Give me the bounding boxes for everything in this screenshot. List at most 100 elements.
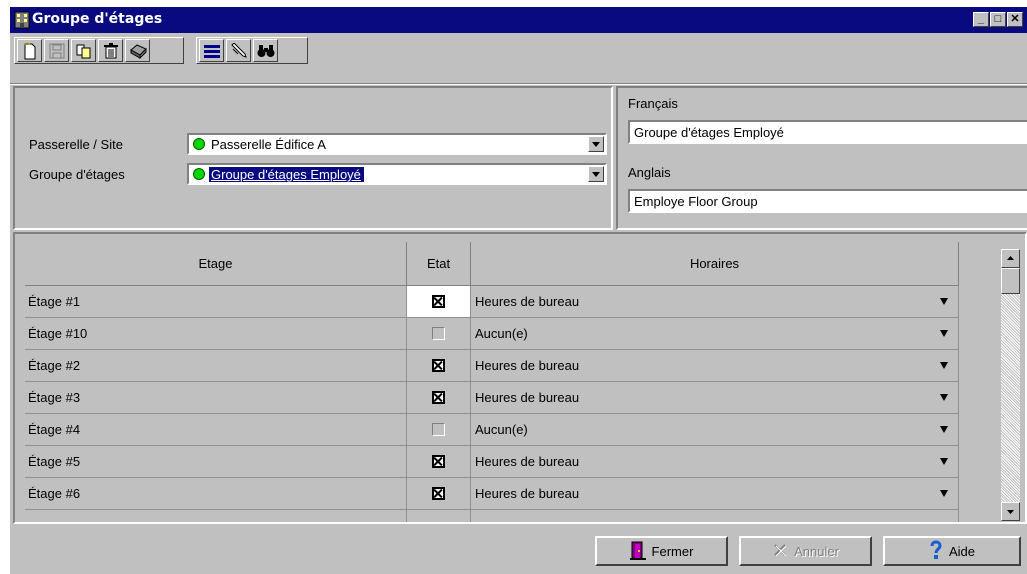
title-bar: Groupe d'étages _ □ ✕	[10, 7, 1027, 33]
schedule-cell[interactable]: Heures de bureau	[471, 478, 959, 510]
column-header-etage[interactable]: Etage	[25, 242, 407, 286]
dropdown-arrow-icon[interactable]	[940, 362, 948, 369]
maximize-button[interactable]: □	[990, 12, 1006, 27]
etat-cell[interactable]	[407, 510, 471, 522]
dropdown-arrow-icon[interactable]	[940, 458, 948, 465]
exit-door-icon	[629, 540, 646, 563]
print-button[interactable]	[125, 39, 150, 62]
checkbox-checked[interactable]	[432, 455, 445, 468]
table-row[interactable]: Étage #6 Heures de bureau	[25, 478, 959, 510]
table-row[interactable]: Étage #10 Aucun(e)	[25, 318, 959, 350]
save-icon	[49, 43, 65, 59]
dropdown-arrow-icon[interactable]	[940, 298, 948, 305]
schedule-value: Heures de bureau	[475, 294, 580, 309]
schedule-value: Aucun(e)	[475, 422, 528, 437]
save-button[interactable]	[44, 39, 69, 62]
delete-icon	[103, 42, 119, 59]
toolbar	[10, 33, 1027, 87]
window-title: Groupe d'étages	[32, 11, 163, 27]
new-button[interactable]	[17, 39, 42, 62]
checkbox-checked[interactable]	[432, 359, 445, 372]
vertical-scrollbar[interactable]	[1001, 249, 1020, 521]
list-button[interactable]	[199, 39, 224, 62]
toolbar-separator	[10, 83, 1027, 85]
scroll-thumb[interactable]	[1001, 268, 1020, 294]
chevron-down-icon[interactable]	[588, 136, 604, 152]
column-header-etat[interactable]: Etat	[407, 242, 471, 286]
arrow-down-icon	[1002, 508, 1019, 523]
floor-grid-panel: Etage Etat Horaires Étage #1 Heures de b…	[13, 232, 1027, 524]
table-row[interactable]: Étage #2 Heures de bureau	[25, 350, 959, 382]
checkbox-checked[interactable]	[432, 295, 445, 308]
dropdown-arrow-icon[interactable]	[940, 394, 948, 401]
table-row[interactable]: Étage #1 Heures de bureau	[25, 286, 959, 318]
site-label: Passerelle / Site	[29, 137, 123, 152]
floor-name: Étage #3	[25, 382, 407, 414]
checkbox-unchecked[interactable]	[432, 423, 445, 436]
schedule-cell[interactable]: Aucun(e)	[471, 318, 959, 350]
schedule-value: Heures de bureau	[475, 390, 580, 405]
chevron-down-icon[interactable]	[588, 166, 604, 182]
scroll-down-button[interactable]	[1001, 502, 1020, 521]
checkbox-unchecked[interactable]	[432, 327, 445, 340]
find-button[interactable]	[253, 39, 278, 62]
site-combobox[interactable]: Passerelle Édifice A	[187, 133, 607, 155]
edit-button[interactable]	[226, 39, 251, 62]
group-value: Groupe d'étages Employé	[209, 167, 364, 182]
print-icon	[129, 43, 147, 59]
group-combobox[interactable]: Groupe d'étages Employé	[187, 163, 607, 185]
cancel-icon	[772, 542, 788, 561]
scroll-track[interactable]	[1001, 268, 1020, 502]
anglais-field[interactable]: Employe Floor Group	[628, 189, 1027, 213]
aide-label: Aide	[948, 543, 976, 559]
schedule-cell[interactable]: Aucun(e)	[471, 414, 959, 446]
edit-icon	[230, 42, 248, 59]
close-button[interactable]: ✕	[1007, 12, 1023, 27]
etat-cell[interactable]	[407, 478, 471, 510]
toolbar-group-file	[14, 37, 184, 64]
checkbox-checked[interactable]	[432, 487, 445, 500]
francais-label: Français	[628, 96, 678, 111]
table-row[interactable]	[25, 510, 959, 522]
table-row[interactable]: Étage #4 Aucun(e)	[25, 414, 959, 446]
floor-name: Étage #5	[25, 446, 407, 478]
etat-cell[interactable]	[407, 318, 471, 350]
etat-cell[interactable]	[407, 414, 471, 446]
dropdown-arrow-icon[interactable]	[940, 426, 948, 433]
annuler-button[interactable]: Annuler	[739, 536, 872, 566]
fermer-label: Fermer	[651, 543, 694, 559]
list-icon	[203, 43, 221, 59]
table-row[interactable]: Étage #3 Heures de bureau	[25, 382, 959, 414]
etat-cell[interactable]	[407, 446, 471, 478]
translation-panel: Français Groupe d'étages Employé Anglais…	[616, 86, 1027, 230]
table-row[interactable]: Étage #5 Heures de bureau	[25, 446, 959, 478]
copy-button[interactable]	[71, 39, 96, 62]
dropdown-arrow-icon[interactable]	[940, 490, 948, 497]
schedule-cell[interactable]: Heures de bureau	[471, 382, 959, 414]
etat-cell[interactable]	[407, 286, 471, 318]
annuler-label: Annuler	[794, 543, 839, 559]
floor-name: Étage #2	[25, 350, 407, 382]
schedule-value: Heures de bureau	[475, 486, 580, 501]
aide-button[interactable]: Aide	[883, 536, 1021, 566]
etat-cell[interactable]	[407, 382, 471, 414]
etat-cell[interactable]	[407, 350, 471, 382]
checkbox-checked[interactable]	[432, 391, 445, 404]
schedule-cell[interactable]: Heures de bureau	[471, 286, 959, 318]
schedule-cell[interactable]	[471, 510, 959, 522]
column-header-horaires[interactable]: Horaires	[471, 242, 959, 286]
floor-name	[25, 510, 407, 522]
status-dot-icon	[193, 138, 205, 150]
dropdown-arrow-icon[interactable]	[940, 330, 948, 337]
app-window: Groupe d'étages _ □ ✕ Passerelle / Site …	[10, 7, 1027, 574]
floor-name: Étage #1	[25, 286, 407, 318]
schedule-cell[interactable]: Heures de bureau	[471, 350, 959, 382]
delete-button[interactable]	[98, 39, 123, 62]
schedule-cell[interactable]: Heures de bureau	[471, 446, 959, 478]
copy-icon	[76, 43, 92, 59]
group-label: Groupe d'étages	[29, 167, 125, 182]
minimize-button[interactable]: _	[973, 12, 989, 27]
scroll-up-button[interactable]	[1001, 249, 1020, 268]
fermer-button[interactable]: Fermer	[595, 536, 728, 566]
francais-field[interactable]: Groupe d'étages Employé	[628, 120, 1027, 144]
